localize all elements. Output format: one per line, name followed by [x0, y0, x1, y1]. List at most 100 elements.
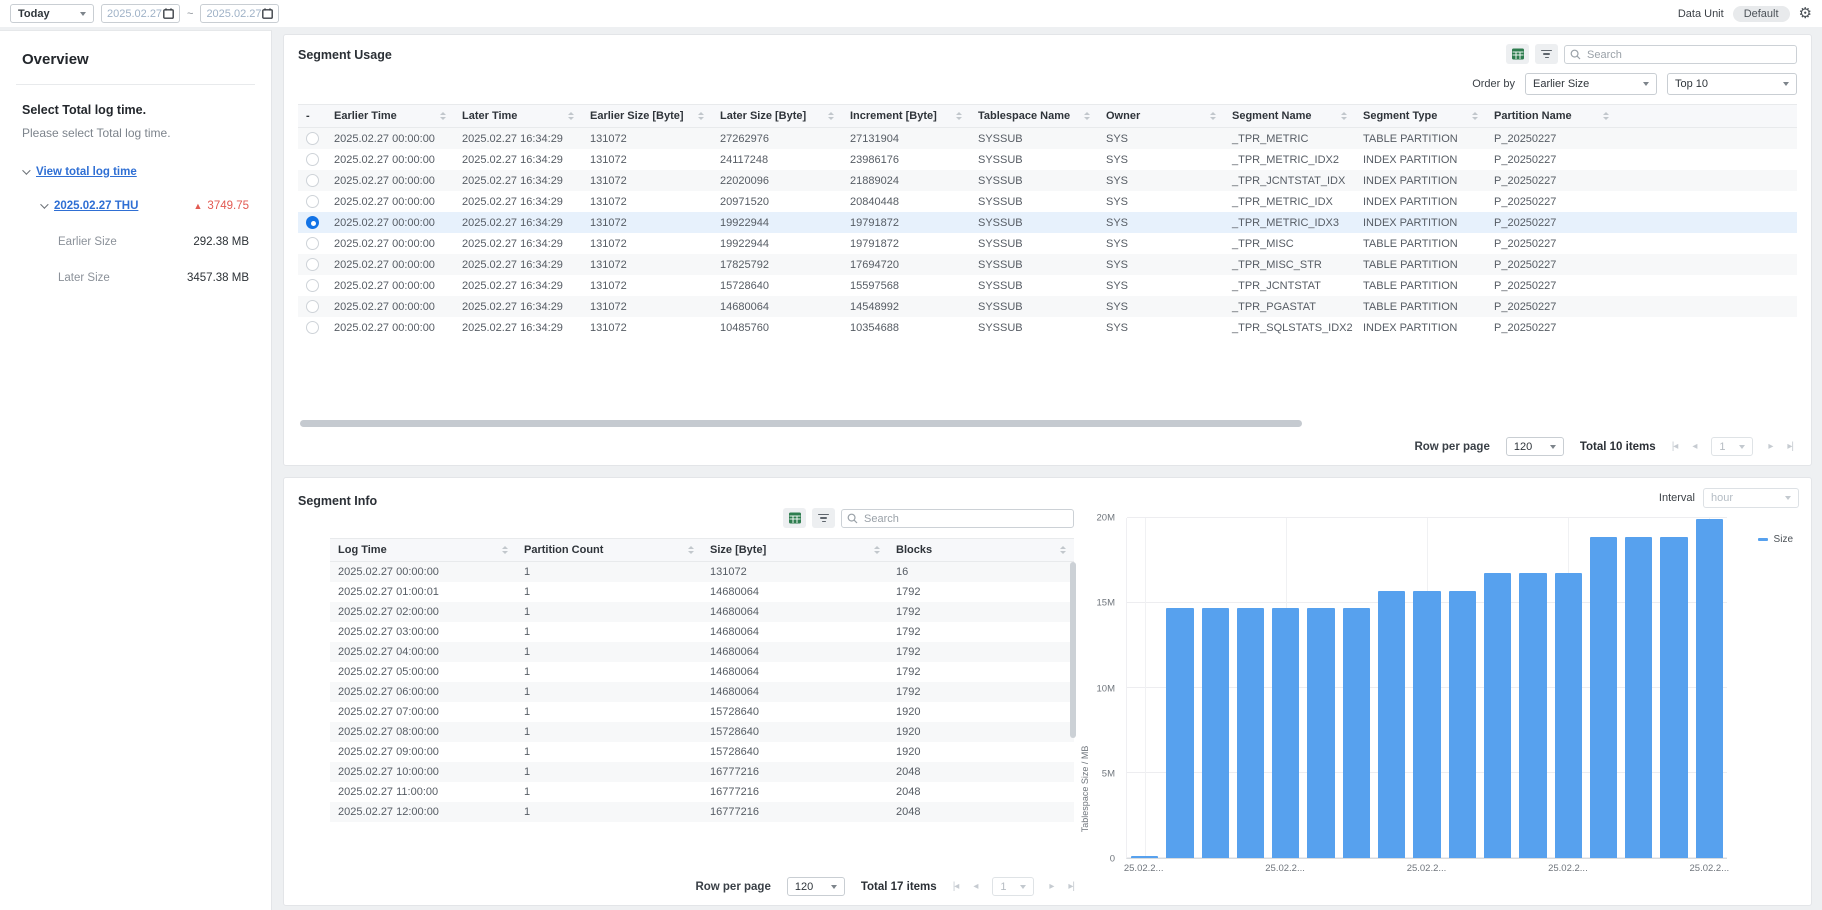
calendar-icon[interactable] [163, 8, 174, 19]
calendar-icon[interactable] [262, 8, 273, 19]
chart-plotarea [1126, 518, 1727, 859]
export-csv-button[interactable] [783, 508, 806, 528]
row-select-radio[interactable] [306, 153, 319, 166]
sort-icon[interactable] [1603, 112, 1609, 120]
date-from-input[interactable]: 2025.02.27 [101, 4, 180, 23]
date-to-input[interactable]: 2025.02.27 [200, 4, 279, 23]
table-row[interactable]: 2025.02.27 11:00:001167772162048 [330, 782, 1074, 802]
table-row[interactable]: 2025.02.27 00:00:002025.02.27 16:34:2913… [298, 128, 1797, 150]
table-row[interactable]: 2025.02.27 02:00:001146800641792 [330, 602, 1074, 622]
table-row[interactable]: 2025.02.27 00:00:002025.02.27 16:34:2913… [298, 212, 1797, 233]
sort-icon[interactable] [698, 112, 704, 120]
column-header[interactable]: Partition Name [1486, 105, 1617, 128]
table-row[interactable]: 2025.02.27 00:00:002025.02.27 16:34:2913… [298, 254, 1797, 275]
column-header[interactable]: Size [Byte] [702, 539, 888, 562]
column-header[interactable]: Tablespace Name [970, 105, 1098, 128]
table-row[interactable]: 2025.02.27 06:00:001146800641792 [330, 682, 1074, 702]
sort-icon[interactable] [1210, 112, 1216, 120]
table-row[interactable]: 2025.02.27 01:00:011146800641792 [330, 582, 1074, 602]
table-row[interactable]: 2025.02.27 00:00:002025.02.27 16:34:2913… [298, 191, 1797, 212]
sort-icon[interactable] [688, 546, 694, 554]
column-header[interactable]: Later Time [454, 105, 582, 128]
prev-page-icon[interactable]: ◂ [973, 881, 977, 892]
column-header[interactable]: Earlier Size [Byte] [582, 105, 712, 128]
first-page-icon[interactable]: |◂ [1672, 441, 1678, 452]
table-row[interactable]: 2025.02.27 00:00:002025.02.27 16:34:2913… [298, 296, 1797, 317]
prev-page-icon[interactable]: ◂ [1692, 441, 1696, 452]
table-row[interactable]: 2025.02.27 12:00:001167772162048 [330, 802, 1074, 822]
export-csv-button[interactable] [1506, 44, 1529, 64]
chevron-down-icon[interactable] [22, 166, 30, 174]
column-header[interactable]: Later Size [Byte] [712, 105, 842, 128]
row-per-page-select[interactable]: 120 [1506, 437, 1564, 456]
log-day-link[interactable]: 2025.02.27 THU [54, 200, 138, 212]
day-delta-value: 3749.75 [207, 200, 249, 212]
sort-icon[interactable] [1084, 112, 1090, 120]
sort-icon[interactable] [568, 112, 574, 120]
sort-icon[interactable] [828, 112, 834, 120]
y-tick-label: 0 [1110, 854, 1115, 865]
sort-icon[interactable] [1060, 546, 1066, 554]
filter-button[interactable] [812, 508, 835, 528]
table-row[interactable]: 2025.02.27 00:00:002025.02.27 16:34:2913… [298, 275, 1797, 296]
interval-select[interactable]: hour [1703, 488, 1799, 508]
search-input[interactable] [841, 509, 1074, 528]
row-select-radio[interactable] [306, 195, 319, 208]
sort-icon[interactable] [1341, 112, 1347, 120]
view-total-log-time-link[interactable]: View total log time [36, 166, 137, 178]
table-row[interactable]: 2025.02.27 04:00:001146800641792 [330, 642, 1074, 662]
sort-icon[interactable] [874, 546, 880, 554]
next-page-icon[interactable]: ▸ [1049, 881, 1053, 892]
filter-button[interactable] [1535, 44, 1558, 64]
row-per-page-select[interactable]: 120 [787, 877, 845, 896]
column-header[interactable]: Blocks [888, 539, 1074, 562]
table-row[interactable]: 2025.02.27 05:00:001146800641792 [330, 662, 1074, 682]
row-select-radio[interactable] [306, 237, 319, 250]
table-row[interactable]: 2025.02.27 00:00:002025.02.27 16:34:2913… [298, 170, 1797, 191]
last-page-icon[interactable]: ▸| [1787, 441, 1793, 452]
table-row[interactable]: 2025.02.27 00:00:002025.02.27 16:34:2913… [298, 317, 1797, 338]
column-header[interactable]: Earlier Time [326, 105, 454, 128]
column-header[interactable]: - [298, 105, 326, 128]
page-select[interactable]: 1 [992, 877, 1034, 896]
row-select-radio[interactable] [306, 279, 319, 292]
row-select-radio[interactable] [306, 300, 319, 313]
column-header[interactable]: Owner [1098, 105, 1224, 128]
row-select-radio[interactable] [306, 258, 319, 271]
chevron-down-icon[interactable] [40, 200, 48, 208]
table-row[interactable]: 2025.02.27 00:00:002025.02.27 16:34:2913… [298, 149, 1797, 170]
table-row[interactable]: 2025.02.27 08:00:001157286401920 [330, 722, 1074, 742]
column-header[interactable]: Log Time [330, 539, 516, 562]
segment-info-tbody: 2025.02.27 00:00:001131072162025.02.27 0… [330, 562, 1074, 823]
table-row[interactable]: 2025.02.27 00:00:00113107216 [330, 562, 1074, 583]
scrollbar-thumb[interactable] [300, 420, 1302, 427]
column-header[interactable]: Partition Count [516, 539, 702, 562]
gear-icon[interactable]: ⚙ [1799, 6, 1812, 21]
table-row[interactable]: 2025.02.27 07:00:001157286401920 [330, 702, 1074, 722]
sort-icon[interactable] [440, 112, 446, 120]
page-select[interactable]: 1 [1711, 437, 1753, 456]
table-row[interactable]: 2025.02.27 00:00:002025.02.27 16:34:2913… [298, 233, 1797, 254]
next-page-icon[interactable]: ▸ [1768, 441, 1772, 452]
first-page-icon[interactable]: |◂ [953, 881, 959, 892]
row-select-radio[interactable] [306, 216, 319, 229]
column-header[interactable]: Segment Name [1224, 105, 1355, 128]
table-row[interactable]: 2025.02.27 09:00:001157286401920 [330, 742, 1074, 762]
sort-icon[interactable] [956, 112, 962, 120]
sort-icon[interactable] [502, 546, 508, 554]
order-by-select[interactable]: Earlier Size [1525, 73, 1657, 95]
table-row[interactable]: 2025.02.27 03:00:001146800641792 [330, 622, 1074, 642]
column-header[interactable]: Segment Type [1355, 105, 1486, 128]
column-header[interactable]: Increment [Byte] [842, 105, 970, 128]
table-row[interactable]: 2025.02.27 10:00:001167772162048 [330, 762, 1074, 782]
row-select-radio[interactable] [306, 174, 319, 187]
search-input[interactable] [1564, 45, 1797, 64]
segment-info-title: Segment Info [298, 490, 377, 508]
row-select-radio[interactable] [306, 132, 319, 145]
row-select-radio[interactable] [306, 321, 319, 334]
top-n-select[interactable]: Top 10 [1667, 73, 1797, 95]
data-unit-badge[interactable]: Default [1733, 6, 1790, 22]
date-range-preset-select[interactable]: Today [10, 4, 94, 23]
horizontal-scrollbar[interactable] [300, 420, 1795, 427]
sort-icon[interactable] [1472, 112, 1478, 120]
